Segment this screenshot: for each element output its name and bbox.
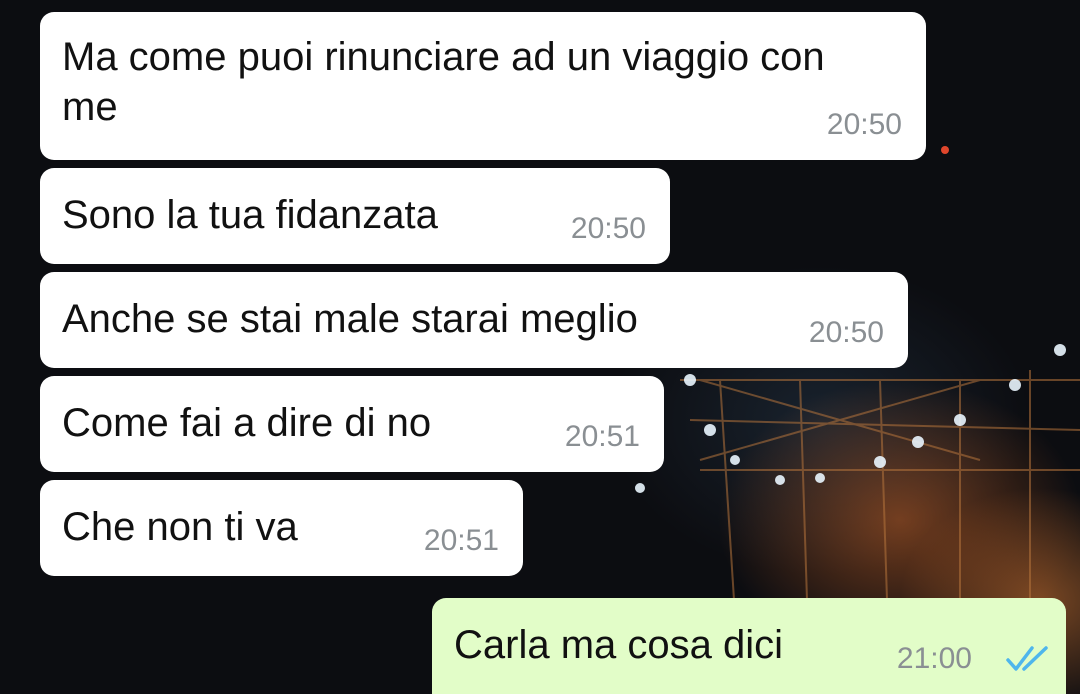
- message-text: Anche se stai male starai meglio: [62, 297, 638, 341]
- message-timestamp: 20:50: [570, 212, 646, 245]
- message-timestamp: 20:50: [826, 108, 902, 141]
- message-text: Che non ti va: [62, 505, 298, 549]
- message-text: Carla ma cosa dici: [454, 623, 784, 667]
- message-timestamp: 20:51: [423, 524, 499, 557]
- double-check-read-icon: [1006, 646, 1048, 671]
- message-bubble-incoming[interactable]: Che non ti va 20:51: [40, 480, 523, 576]
- message-timestamp: 21:00: [896, 642, 972, 675]
- message-text: Come fai a dire di no: [62, 401, 432, 445]
- message-text: Sono la tua fidanzata: [62, 193, 438, 237]
- message-timestamp: 20:51: [564, 420, 640, 453]
- message-bubble-incoming[interactable]: Anche se stai male starai meglio 20:50: [40, 272, 908, 368]
- message-bubble-incoming[interactable]: Sono la tua fidanzata 20:50: [40, 168, 670, 264]
- message-bubble-incoming[interactable]: Come fai a dire di no 20:51: [40, 376, 664, 472]
- message-bubble-incoming[interactable]: Ma come puoi rinunciare ad un viaggio co…: [40, 12, 926, 160]
- message-text: Ma come puoi rinunciare ad un viaggio co…: [62, 35, 825, 129]
- message-timestamp: 20:50: [808, 316, 884, 349]
- message-bubble-outgoing[interactable]: Carla ma cosa dici 21:00: [432, 598, 1066, 694]
